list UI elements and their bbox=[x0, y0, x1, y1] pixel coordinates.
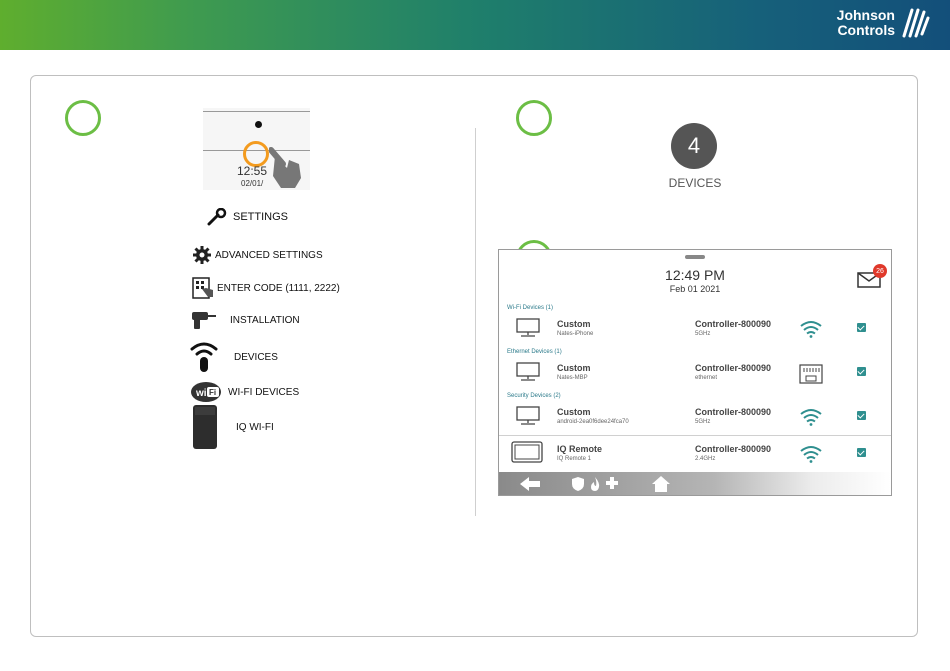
panel-screen-snippet: 12:55 02/01/ bbox=[203, 108, 310, 190]
device-controller: Controller-800090 bbox=[695, 363, 772, 373]
device-checkbox[interactable] bbox=[857, 411, 866, 420]
device-subname: android-2ea0f6dee24fca70 bbox=[557, 419, 629, 425]
menu-item-advanced-settings[interactable]: ADVANCED SETTINGS bbox=[192, 245, 323, 265]
monitor-icon bbox=[516, 406, 540, 425]
device-checkbox[interactable] bbox=[857, 323, 866, 332]
panel-date: 02/01/ bbox=[241, 179, 264, 188]
devices-count-badge[interactable]: 4 bbox=[671, 123, 717, 169]
medical-cross-icon[interactable] bbox=[605, 476, 619, 490]
device-band: 5GHz bbox=[695, 419, 711, 425]
tablet-device-icon bbox=[511, 441, 543, 463]
devices-label: DEVICES bbox=[668, 176, 722, 190]
device-controller: Controller-800090 bbox=[695, 319, 772, 329]
device-row[interactable]: Custom android-2ea0f6dee24fca70 Controll… bbox=[499, 399, 891, 433]
device-subname: IQ Remote 1 bbox=[557, 456, 592, 462]
device-row[interactable]: Custom Nates-MBP Controller-800090 ether… bbox=[499, 355, 891, 389]
brand-name: Johnson Controls bbox=[837, 8, 895, 38]
header-banner: Johnson Controls bbox=[0, 0, 950, 50]
device-band: 2.4GHz bbox=[695, 456, 716, 462]
mail-count-badge: 26 bbox=[873, 264, 887, 278]
wifi-signal-icon bbox=[800, 446, 822, 463]
device-name: Custom bbox=[557, 363, 591, 373]
settings-label-row[interactable]: SETTINGS bbox=[207, 208, 288, 226]
svg-text:Fi: Fi bbox=[209, 388, 216, 397]
menu-item-devices[interactable]: DEVICES bbox=[190, 341, 278, 373]
hand-pointer-icon bbox=[269, 147, 301, 188]
bottom-nav-bar bbox=[499, 472, 891, 495]
keypad-hand-icon bbox=[192, 277, 213, 299]
wifi-badge-icon: wi Fi bbox=[191, 382, 221, 402]
brand-logo: Johnson Controls bbox=[837, 6, 930, 40]
step-marker-1 bbox=[65, 100, 101, 136]
wifi-signal-icon bbox=[800, 409, 822, 426]
screen-time: 12:49 PM bbox=[665, 267, 725, 283]
fire-icon[interactable] bbox=[589, 476, 601, 492]
menu-item-installation[interactable]: INSTALLATION bbox=[192, 310, 300, 330]
brand-mark-icon bbox=[902, 8, 930, 38]
device-band: 5GHz bbox=[695, 331, 711, 337]
device-subname: Nates-iPhone bbox=[557, 331, 594, 337]
menu-label: DEVICES bbox=[234, 351, 278, 363]
settings-label: SETTINGS bbox=[233, 211, 289, 223]
step-marker-2 bbox=[516, 100, 552, 136]
device-controller: Controller-800090 bbox=[695, 444, 772, 454]
device-controller: Controller-800090 bbox=[695, 407, 772, 417]
camera-dot bbox=[255, 121, 262, 128]
menu-item-iq-wifi[interactable]: IQ WI-FI bbox=[192, 404, 274, 450]
gear-icon bbox=[193, 246, 211, 264]
menu-item-enter-code[interactable]: ENTER CODE (1111, 2222) bbox=[192, 277, 340, 299]
svg-text:wi: wi bbox=[195, 388, 207, 399]
remote-wifi-icon bbox=[190, 342, 218, 372]
device-name: IQ Remote bbox=[557, 444, 603, 454]
menu-item-wifi-devices[interactable]: wi Fi WI-FI DEVICES bbox=[190, 381, 299, 403]
column-divider bbox=[475, 128, 476, 516]
device-subname: Nates-MBP bbox=[557, 375, 588, 381]
monitor-icon bbox=[516, 318, 540, 337]
menu-label: ADVANCED SETTINGS bbox=[215, 249, 323, 261]
menu-label: INSTALLATION bbox=[230, 314, 300, 326]
ethernet-port-icon bbox=[799, 364, 823, 384]
device-name: Custom bbox=[557, 407, 591, 417]
device-row[interactable]: IQ Remote IQ Remote 1 Controller-800090 … bbox=[499, 436, 891, 470]
device-name: Custom bbox=[557, 319, 591, 329]
device-list-screen: 12:49 PM Feb 01 2021 26 Wi-Fi Devices (1… bbox=[498, 249, 892, 496]
wifi-signal-icon bbox=[800, 321, 822, 338]
device-row[interactable]: Custom Nates-iPhone Controller-800090 5G… bbox=[499, 311, 891, 345]
drill-icon bbox=[192, 312, 216, 329]
menu-label: WI-FI DEVICES bbox=[228, 386, 300, 398]
wrench-icon bbox=[207, 208, 227, 226]
menu-label: IQ WI-FI bbox=[236, 421, 274, 433]
device-band: ethernet bbox=[695, 375, 718, 381]
brand-line-2: Controls bbox=[837, 22, 895, 38]
panel-time: 12:55 bbox=[237, 164, 268, 178]
monitor-icon bbox=[516, 362, 540, 381]
router-icon bbox=[193, 405, 217, 449]
menu-label: ENTER CODE (1111, 2222) bbox=[217, 282, 340, 294]
back-arrow-icon[interactable] bbox=[519, 476, 541, 492]
brand-line-1: Johnson bbox=[836, 7, 895, 23]
screen-date: Feb 01 2021 bbox=[669, 284, 721, 294]
device-checkbox[interactable] bbox=[857, 448, 866, 457]
drag-handle[interactable] bbox=[685, 255, 705, 259]
device-checkbox[interactable] bbox=[857, 367, 866, 376]
shield-icon[interactable] bbox=[571, 476, 585, 492]
home-icon[interactable] bbox=[651, 475, 671, 493]
